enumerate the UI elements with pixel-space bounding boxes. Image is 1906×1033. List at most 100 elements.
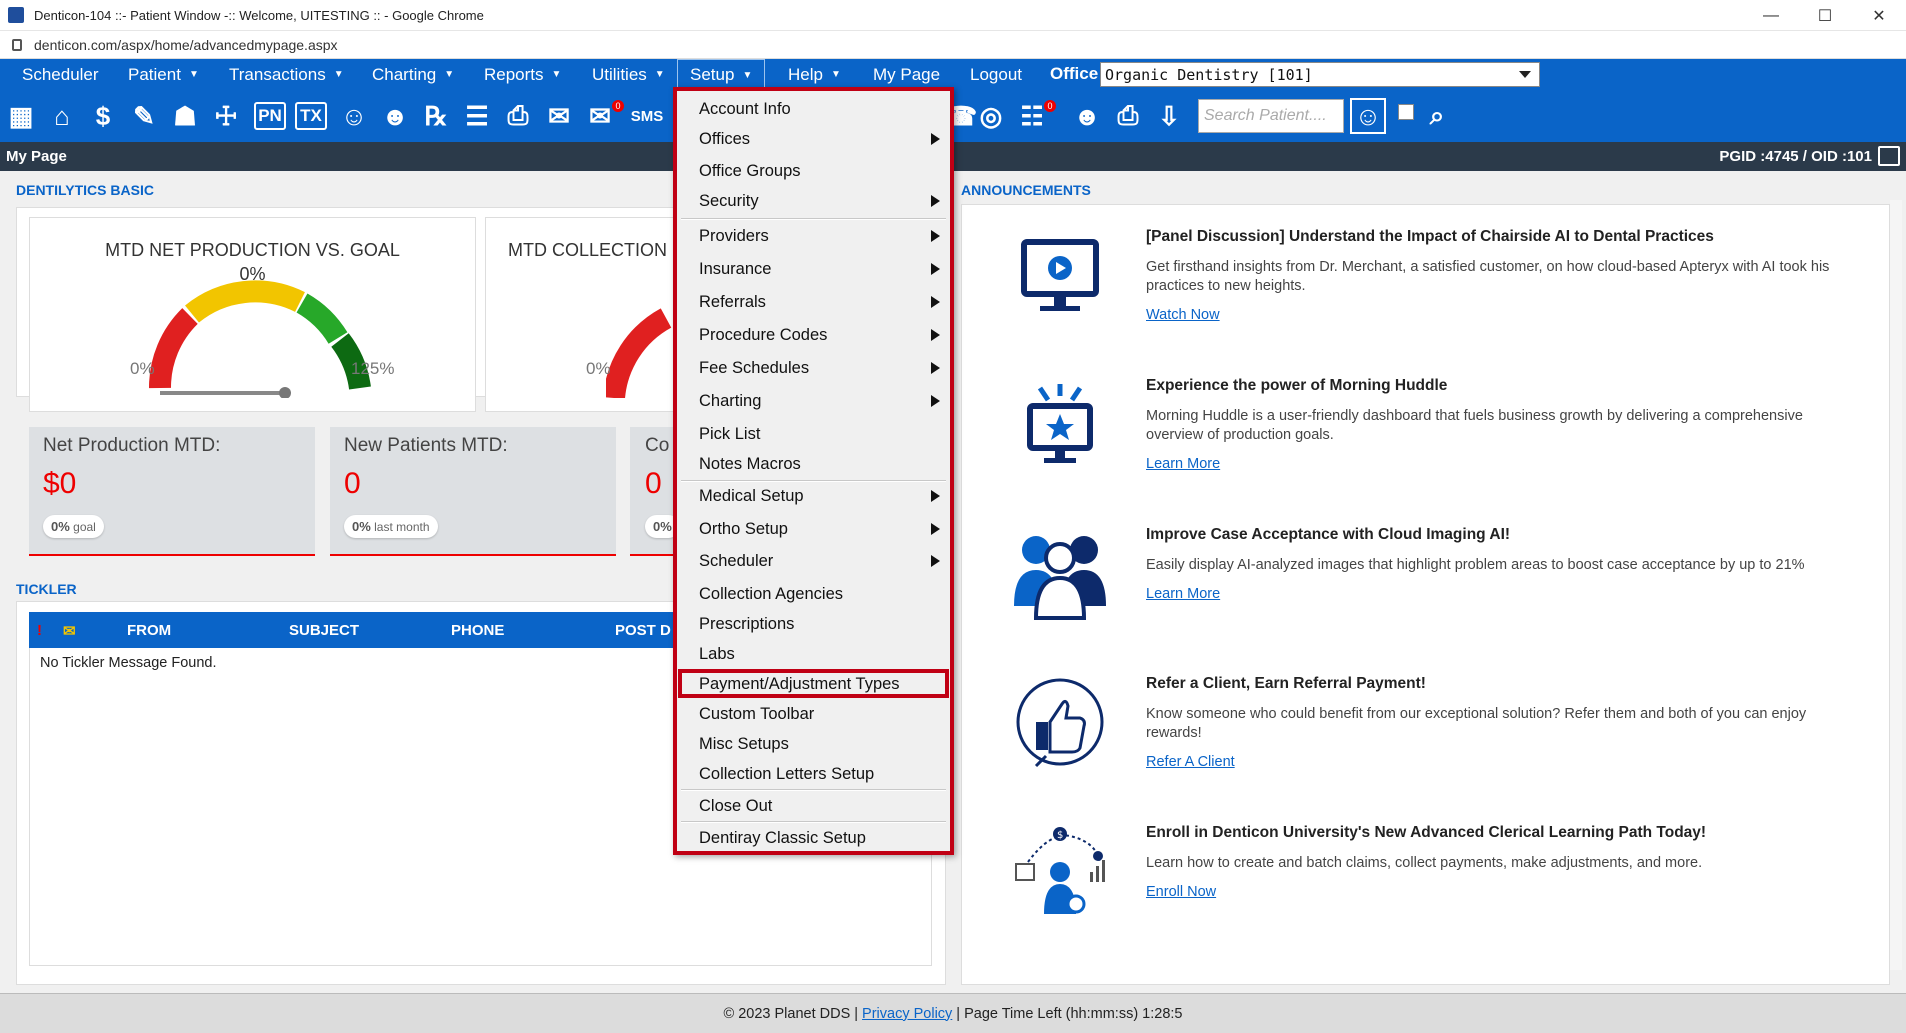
menu-item-close-out[interactable]: Close Out [677,791,950,821]
calendar-icon[interactable]: ▦ [4,99,38,133]
menu-item-custom-toolbar[interactable]: Custom Toolbar [677,699,950,729]
col-phone[interactable]: PHONE [451,622,504,639]
edit-icon[interactable]: ✎ [127,99,161,133]
nav-my-page[interactable]: My Page [873,59,940,90]
nav-charting[interactable]: Charting ▼ [372,59,454,90]
refer-client-link[interactable]: Refer A Client [1146,754,1235,770]
lock-icon [12,38,22,51]
mail-icon[interactable]: ✉ [542,99,576,133]
col-subject[interactable]: SUBJECT [289,622,359,639]
nav-transactions[interactable]: Transactions ▼ [229,59,344,90]
chevron-right-icon [931,523,940,535]
menu-item-referrals[interactable]: Referrals [677,287,950,317]
stat-card-third: Co 0 0% [630,427,680,556]
announcement-text: Easily display AI-analyzed images that h… [1146,557,1805,573]
address-bar[interactable]: denticon.com/aspx/home/advancedmypage.as… [0,31,1906,59]
pn-icon[interactable]: PN [254,102,286,130]
menu-item-dentiray-classic-setup[interactable]: Dentiray Classic Setup [677,823,950,853]
watch-now-link[interactable]: Watch Now [1146,307,1220,323]
url-text[interactable]: denticon.com/aspx/home/advancedmypage.as… [34,37,338,53]
menu-item-ortho-setup[interactable]: Ortho Setup [677,514,950,544]
stat-label: Net Production MTD: [43,435,221,456]
menu-item-charting[interactable]: Charting [677,386,950,416]
menu-item-account-info[interactable]: Account Info [677,94,950,124]
minimize-icon[interactable]: — [1744,0,1798,31]
menu-item-offices[interactable]: Offices [677,124,950,154]
learn-more-link[interactable]: Learn More [1146,456,1220,472]
office-select[interactable]: Organic Dentistry [101] [1100,62,1540,87]
monitor-play-icon [1021,239,1099,311]
menu-item-scheduler[interactable]: Scheduler [677,546,950,576]
privacy-policy-link[interactable]: Privacy Policy [862,1006,952,1022]
announcements-scrollbar[interactable] [1890,200,1902,970]
nav-help[interactable]: Help ▼ [788,59,841,90]
menu-item-procedure-codes[interactable]: Procedure Codes [677,320,950,350]
chevron-right-icon [931,296,940,308]
stat-pill: 0% goal [43,515,104,538]
chevron-right-icon [931,133,940,145]
group-icon[interactable]: ☻ [1070,99,1104,133]
menu-item-pick-list[interactable]: Pick List [677,419,950,449]
menu-item-collection-letters-setup[interactable]: Collection Letters Setup [677,759,950,789]
home-icon[interactable]: ⌂ [45,99,79,133]
close-icon[interactable]: ✕ [1852,0,1906,31]
print-doc-icon[interactable]: ⎙ [501,99,535,133]
menu-item-collection-agencies[interactable]: Collection Agencies [677,579,950,609]
enroll-now-link[interactable]: Enroll Now [1146,884,1216,900]
menu-separator [681,218,946,220]
col-post-date[interactable]: POST D [615,622,671,639]
menu-item-payment-adjustment-types[interactable]: Payment/Adjustment Types [677,669,950,699]
announcement-title: Refer a Client, Earn Referral Payment! [1146,675,1426,692]
nav-patient[interactable]: Patient ▼ [128,59,199,90]
nav-setup[interactable]: Setup ▼ [677,59,766,90]
nav-logout[interactable]: Logout [970,59,1022,90]
maximize-icon[interactable]: ☐ [1798,0,1852,31]
patient-search-icon[interactable]: ☺ [1350,98,1386,134]
add-family-icon[interactable]: ☻ [378,99,412,133]
tooth-icon[interactable]: ☗ [168,99,202,133]
setup-dropdown-menu: Account Info Offices Office Groups Secur… [673,87,954,855]
tx-icon[interactable]: TX [295,102,327,130]
learning-path-icon: $ [1015,827,1105,914]
gauge-title: MTD COLLECTION [508,240,668,260]
nav-scheduler[interactable]: Scheduler [22,59,99,90]
caret-down-icon: ▼ [333,69,344,80]
browser-titlebar: Denticon-104 ::- Patient Window -:: Welc… [0,0,1906,31]
chevron-right-icon [931,329,940,341]
chevron-right-icon [931,555,940,567]
menu-item-misc-setups[interactable]: Misc Setups [677,729,950,759]
nav-utilities[interactable]: Utilities ▼ [592,59,665,90]
stat-label: Co [645,435,670,456]
globe-icon[interactable]: ◎ [974,99,1008,133]
nav-reports[interactable]: Reports ▼ [484,59,561,90]
menu-item-office-groups[interactable]: Office Groups [677,156,950,186]
advanced-search-icon[interactable]: ⌕ [1420,99,1454,133]
download-icon[interactable]: ⇩ [1152,99,1186,133]
gauge-max: 125% [351,359,395,378]
learn-more-link[interactable]: Learn More [1146,586,1220,602]
caret-down-icon: ▼ [444,69,455,80]
printer-icon[interactable]: ⎙ [1111,99,1145,133]
chevron-right-icon [931,263,940,275]
chevron-down-icon [1519,71,1531,78]
tooth-chart-icon[interactable]: ☩ [209,99,243,133]
menu-item-labs[interactable]: Labs [677,639,950,669]
search-option-checkbox[interactable] [1398,104,1414,120]
dollar-icon[interactable]: $ [86,99,120,133]
announcements-title: ANNOUNCEMENTS [961,182,1091,198]
menu-item-notes-macros[interactable]: Notes Macros [677,449,950,479]
menu-item-medical-setup[interactable]: Medical Setup [677,481,950,511]
menu-item-insurance[interactable]: Insurance [677,254,950,284]
add-patient-icon[interactable]: ☺ [337,99,371,133]
announcement-title: [Panel Discussion] Understand the Impact… [1146,228,1714,245]
menu-item-prescriptions[interactable]: Prescriptions [677,609,950,639]
search-patient-input[interactable]: Search Patient.... [1198,99,1344,133]
sms-icon[interactable]: SMS [630,99,664,133]
print-icon[interactable] [1878,146,1900,166]
notes-icon[interactable]: ☰ [460,99,494,133]
menu-item-fee-schedules[interactable]: Fee Schedules [677,353,950,383]
menu-item-providers[interactable]: Providers [677,221,950,251]
menu-item-security[interactable]: Security [677,186,950,216]
rx-icon[interactable]: ℞ [419,99,453,133]
col-from[interactable]: FROM [127,622,171,639]
